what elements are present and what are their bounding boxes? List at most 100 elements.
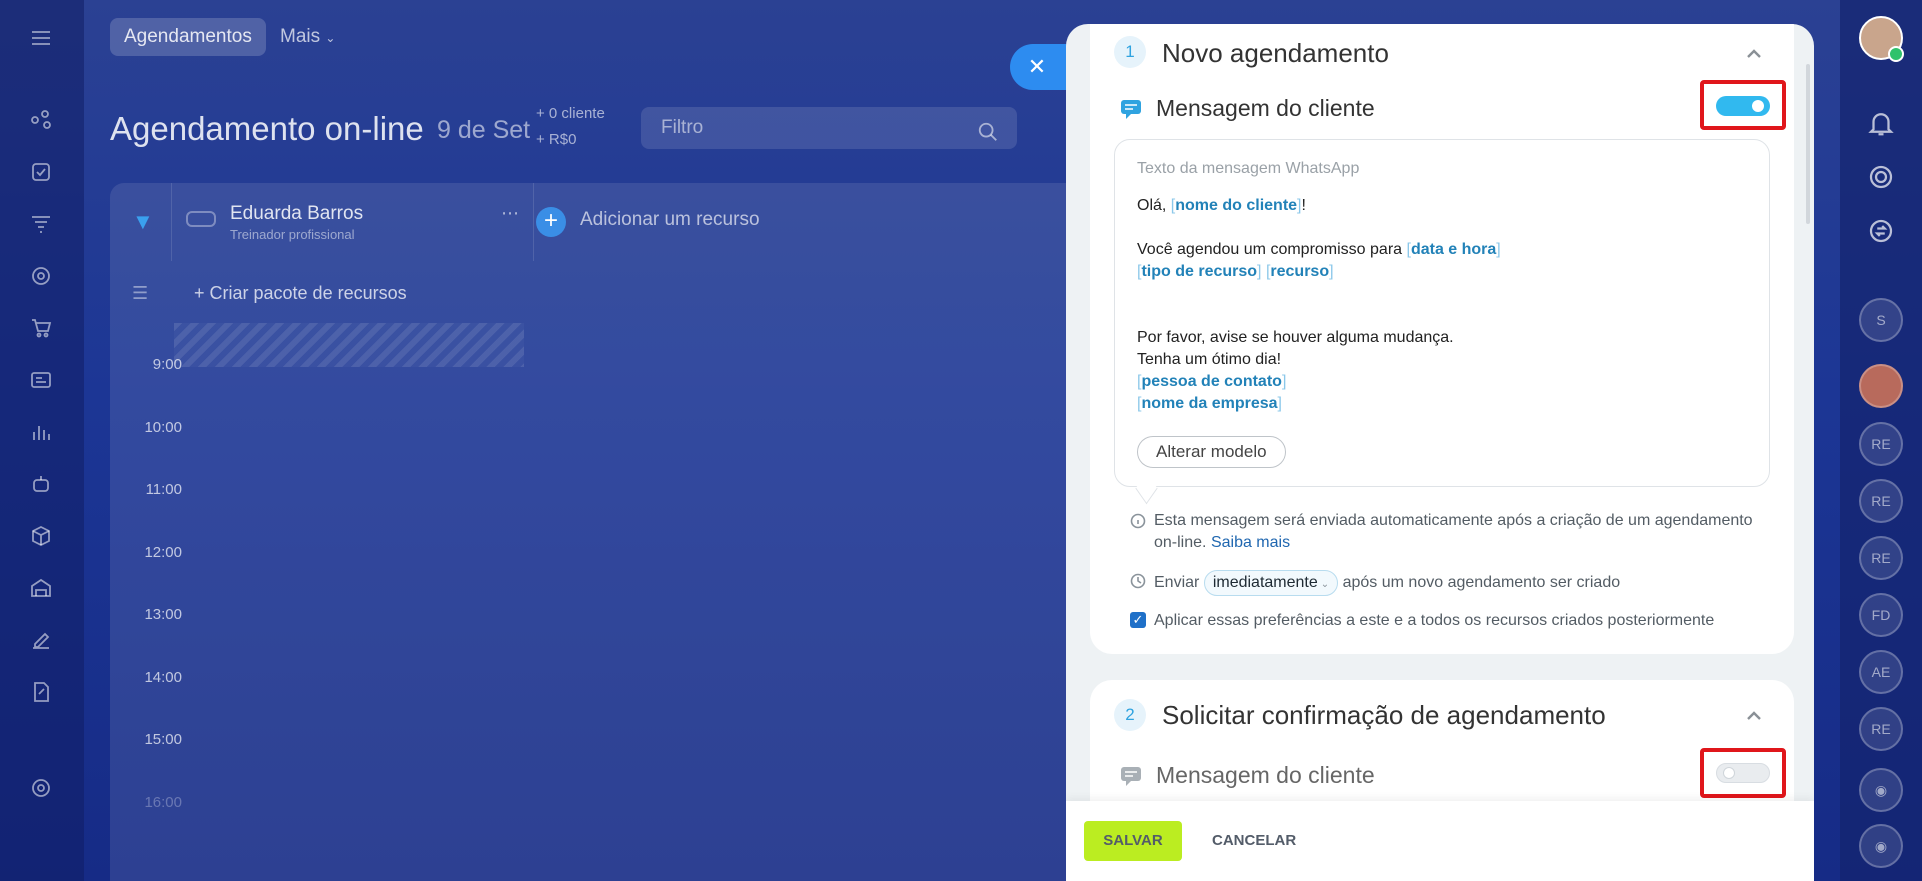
analytics-icon[interactable] — [28, 420, 54, 446]
filter-placeholder: Filtro — [661, 117, 704, 138]
chat-avatar[interactable]: RE — [1859, 536, 1903, 580]
menu-icon[interactable] — [28, 26, 54, 52]
toggle-knob — [1752, 100, 1764, 112]
chat-avatar[interactable]: RE — [1859, 422, 1903, 466]
close-icon: ✕ — [1027, 54, 1047, 79]
more-dots-icon[interactable]: ⋯ — [501, 203, 519, 224]
toggle-knob — [1723, 767, 1735, 779]
notice-text: Por favor, avise se houver alguma mudanç… — [1137, 329, 1454, 346]
page-date[interactable]: 9 de Set — [437, 116, 530, 145]
settings-panel: 1 Novo agendamento Mensagem do cliente T… — [1066, 24, 1814, 881]
add-resource-button[interactable]: Adicionar um recurso — [580, 209, 760, 231]
clock-icon — [1130, 573, 1146, 589]
close-panel-button[interactable]: ✕ — [1010, 44, 1072, 90]
time-label: 9:00 — [152, 356, 182, 373]
channel-icon[interactable]: ◉ — [1859, 768, 1903, 812]
send-timing-select[interactable]: imediatamente ⌄ — [1203, 570, 1339, 596]
highlight-frame — [1700, 748, 1786, 798]
crm-icon[interactable] — [28, 108, 54, 134]
more-menu[interactable]: Mais ⌄ — [280, 18, 335, 56]
message-preview-header: Texto da mensagem WhatsApp — [1137, 160, 1360, 177]
box-icon[interactable] — [28, 524, 54, 550]
new-booking-card: 1 Novo agendamento Mensagem do cliente T… — [1090, 24, 1794, 654]
message-icon — [1120, 98, 1142, 120]
chevron-up-icon[interactable] — [1744, 44, 1764, 64]
funnel-icon[interactable] — [28, 212, 54, 238]
info-icon — [1130, 513, 1146, 529]
settings-icon[interactable] — [28, 776, 54, 802]
cancel-button[interactable]: CANCELAR — [1212, 821, 1296, 861]
chat-avatar[interactable]: RE — [1859, 479, 1903, 523]
tag-client-name[interactable]: nome do cliente — [1171, 197, 1302, 214]
learn-more-link[interactable]: Saiba mais — [1211, 534, 1290, 551]
panel-scrollbar[interactable] — [1806, 64, 1810, 224]
tab-agendamentos[interactable]: Agendamentos — [110, 18, 266, 56]
target-icon[interactable] — [28, 264, 54, 290]
apply-all-checkbox[interactable]: ✓ — [1130, 612, 1146, 628]
tag-company-name[interactable]: nome da empresa — [1137, 395, 1282, 412]
client-message-toggle[interactable] — [1716, 96, 1770, 116]
filter-input[interactable]: Filtro — [641, 107, 1017, 149]
channel-icon[interactable]: ◉ — [1859, 824, 1903, 868]
search-icon[interactable] — [977, 117, 999, 141]
tag-date-time[interactable]: data e hora — [1406, 241, 1500, 258]
step-number: 1 — [1114, 36, 1146, 68]
panel-footer: SALVAR CANCELAR — [1066, 801, 1814, 881]
tasks-icon[interactable] — [28, 160, 54, 186]
right-rail: S RE RE RE FD AE RE ◉ ◉ — [1840, 0, 1922, 881]
stat-clients: + 0 cliente — [536, 105, 605, 122]
chevron-up-icon[interactable] — [1744, 706, 1764, 726]
confirmation-message-toggle[interactable] — [1716, 763, 1770, 783]
chevron-down-icon: ⌄ — [325, 31, 336, 45]
blocked-slot — [174, 323, 524, 367]
funnel-filter-icon[interactable]: ▼ — [132, 209, 154, 235]
tag-contact-person[interactable]: pessoa de contato — [1137, 373, 1286, 390]
sign-icon[interactable] — [28, 628, 54, 654]
message-label: Mensagem do cliente — [1156, 95, 1375, 121]
send-suffix: após um novo agendamento ser criado — [1342, 574, 1621, 591]
chat-avatar[interactable]: FD — [1859, 593, 1903, 637]
time-label: 10:00 — [144, 419, 182, 436]
resource-name: Eduarda Barros — [230, 203, 364, 224]
warehouse-icon[interactable] — [28, 576, 54, 602]
page-title: Agendamento on-line — [110, 110, 424, 147]
time-label: 13:00 — [144, 606, 182, 623]
step-number: 2 — [1114, 699, 1146, 731]
chat-avatar-photo[interactable] — [1859, 364, 1903, 408]
document-edit-icon[interactable] — [28, 680, 54, 706]
time-label: 16:00 — [144, 794, 182, 811]
bell-icon[interactable] — [1866, 108, 1896, 138]
copilot-icon[interactable] — [1866, 162, 1896, 192]
greeting-text: Olá, — [1137, 197, 1171, 214]
time-label: 11:00 — [145, 481, 182, 498]
robot-icon[interactable] — [28, 472, 54, 498]
scheduled-text: Você agendou um compromisso para — [1137, 241, 1407, 258]
chat-avatar[interactable]: S — [1859, 298, 1903, 342]
change-template-button[interactable]: Alterar modelo — [1137, 436, 1286, 468]
highlight-frame — [1700, 80, 1786, 130]
save-button[interactable]: SALVAR — [1084, 821, 1182, 861]
step-title: Solicitar confirmação de agendamento — [1162, 700, 1606, 730]
cart-icon[interactable] — [28, 316, 54, 342]
create-resource-pack-button[interactable]: + Criar pacote de recursos — [194, 283, 407, 304]
layers-icon: ☰ — [132, 283, 149, 303]
sync-chat-icon[interactable] — [1866, 216, 1896, 246]
add-resource-icon[interactable]: + — [536, 207, 566, 237]
resource-toggle-icon — [186, 211, 216, 227]
online-status-icon — [1888, 46, 1904, 62]
tag-resource[interactable]: recurso — [1266, 263, 1334, 280]
message-icon — [1120, 765, 1142, 787]
chat-avatar[interactable]: RE — [1859, 707, 1903, 751]
tag-resource-type[interactable]: tipo de recurso — [1137, 263, 1261, 280]
step-title: Novo agendamento — [1162, 38, 1389, 68]
message-label: Mensagem do cliente — [1156, 762, 1375, 788]
contact-card-icon[interactable] — [28, 368, 54, 394]
send-prefix: Enviar — [1154, 574, 1200, 591]
chat-avatar[interactable]: AE — [1859, 650, 1903, 694]
schedule-board: ▼ ⋯ Eduarda Barros Treinador profissiona… — [110, 183, 1110, 881]
time-label: 12:00 — [144, 544, 182, 561]
time-label: 14:00 — [144, 669, 182, 686]
apply-all-label[interactable]: Aplicar essas preferências a este e a to… — [1154, 610, 1754, 632]
left-navigation-rail — [0, 0, 84, 881]
stat-revenue: + R$0 — [536, 131, 577, 148]
